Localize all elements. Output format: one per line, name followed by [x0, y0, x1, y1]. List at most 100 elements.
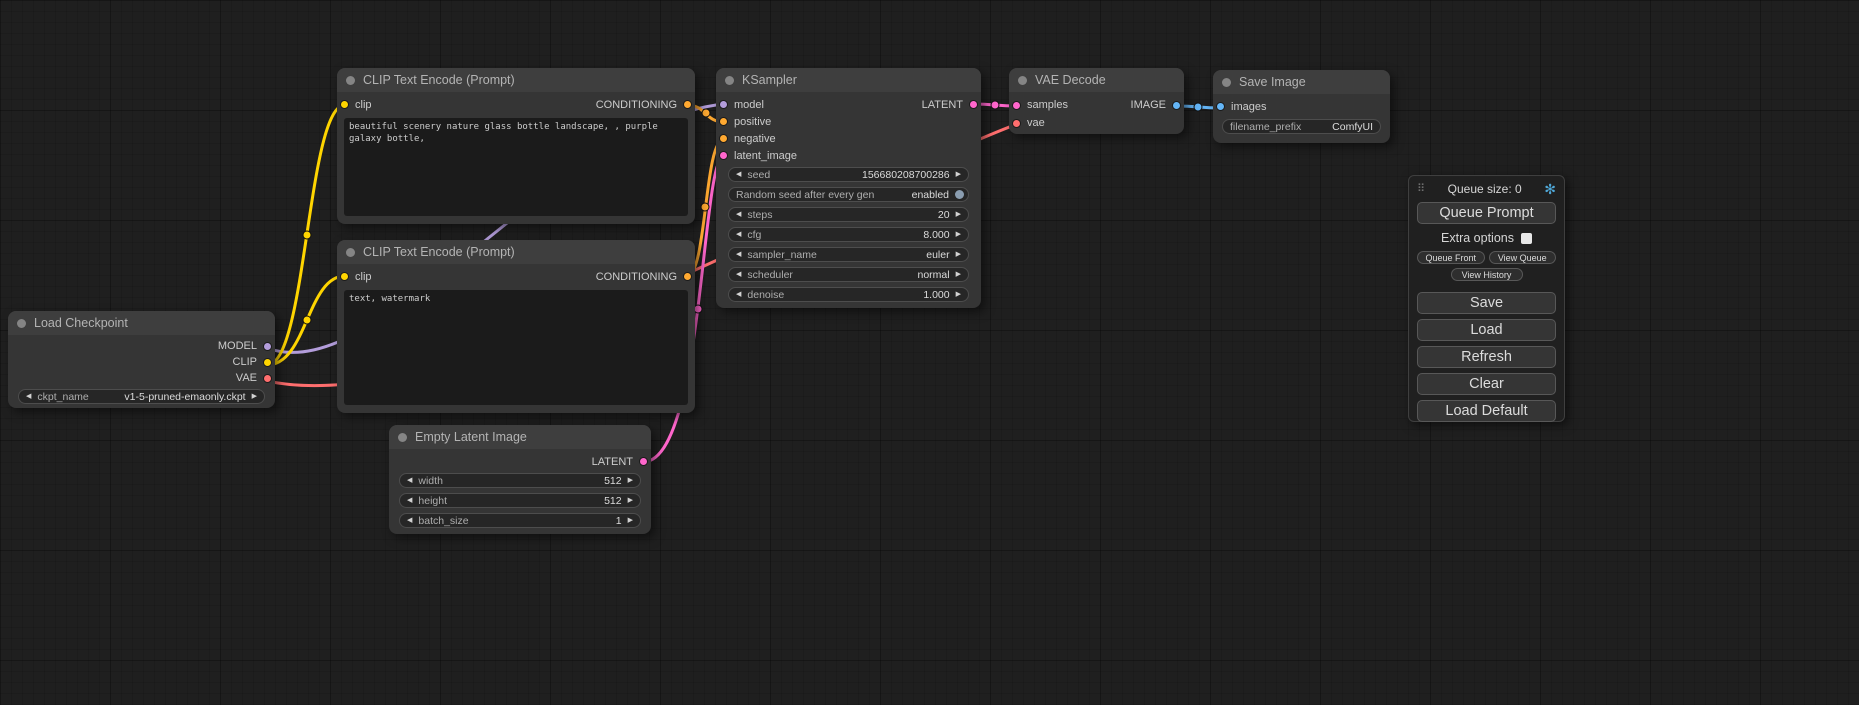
node-ksampler[interactable]: KSampler model LATENT positive: [716, 68, 981, 308]
node-clip-text-encode-positive[interactable]: CLIP Text Encode (Prompt) clip CONDITION…: [337, 68, 695, 224]
conditioning-output-port[interactable]: [683, 100, 692, 109]
drag-handle-icon[interactable]: ⠿: [1417, 184, 1425, 195]
output-slot-conditioning[interactable]: CONDITIONING: [596, 99, 692, 111]
arrow-left-icon[interactable]: ◀: [26, 393, 31, 400]
arrow-left-icon[interactable]: ◀: [736, 271, 741, 278]
settings-gear-icon[interactable]: ✻: [1544, 182, 1556, 196]
conditioning-input-port[interactable]: [719, 134, 728, 143]
collapse-icon[interactable]: [1018, 76, 1027, 85]
input-slot-clip[interactable]: clip: [340, 99, 372, 111]
widget-scheduler[interactable]: ◀ scheduler normal ▶: [728, 267, 969, 282]
node-load-checkpoint[interactable]: Load Checkpoint MODEL CLIP VAE: [8, 311, 275, 408]
model-output-port[interactable]: [263, 342, 272, 351]
widget-random-seed-toggle[interactable]: Random seed after every gen enabled: [728, 187, 969, 202]
vae-input-port[interactable]: [1012, 119, 1021, 128]
arrow-left-icon[interactable]: ◀: [736, 251, 741, 258]
widget-denoise[interactable]: ◀ denoise 1.000 ▶: [728, 287, 969, 302]
prompt-text-input[interactable]: text, watermark: [344, 290, 688, 405]
save-button[interactable]: Save: [1417, 292, 1556, 314]
extra-options-checkbox[interactable]: [1521, 233, 1532, 244]
output-slot-clip[interactable]: CLIP: [233, 356, 272, 368]
arrow-left-icon[interactable]: ◀: [407, 497, 412, 504]
arrow-right-icon[interactable]: ▶: [956, 171, 961, 178]
collapse-icon[interactable]: [1222, 78, 1231, 87]
output-slot-latent[interactable]: LATENT: [922, 99, 978, 111]
clip-input-port[interactable]: [340, 100, 349, 109]
arrow-right-icon[interactable]: ▶: [628, 517, 633, 524]
node-title-bar[interactable]: Save Image: [1213, 70, 1390, 94]
input-slot-images[interactable]: images: [1216, 101, 1266, 113]
output-slot-latent[interactable]: LATENT: [592, 456, 648, 468]
node-title-bar[interactable]: CLIP Text Encode (Prompt): [337, 68, 695, 92]
collapse-icon[interactable]: [398, 433, 407, 442]
widget-batch-size[interactable]: ◀ batch_size 1 ▶: [399, 513, 641, 528]
collapse-icon[interactable]: [17, 319, 26, 328]
arrow-right-icon[interactable]: ▶: [956, 291, 961, 298]
widget-steps[interactable]: ◀ steps 20 ▶: [728, 207, 969, 222]
widget-cfg[interactable]: ◀ cfg 8.000 ▶: [728, 227, 969, 242]
input-slot-positive[interactable]: positive: [719, 116, 771, 128]
widget-width[interactable]: ◀ width 512 ▶: [399, 473, 641, 488]
widget-sampler-name[interactable]: ◀ sampler_name euler ▶: [728, 247, 969, 262]
arrow-right-icon[interactable]: ▶: [956, 211, 961, 218]
clip-input-port[interactable]: [340, 272, 349, 281]
arrow-right-icon[interactable]: ▶: [628, 497, 633, 504]
arrow-right-icon[interactable]: ▶: [628, 477, 633, 484]
arrow-right-icon[interactable]: ▶: [956, 271, 961, 278]
collapse-icon[interactable]: [346, 248, 355, 257]
toggle-indicator-icon[interactable]: [955, 190, 964, 199]
image-output-port[interactable]: [1172, 101, 1181, 110]
node-title-bar[interactable]: Empty Latent Image: [389, 425, 651, 449]
node-title-bar[interactable]: CLIP Text Encode (Prompt): [337, 240, 695, 264]
node-save-image[interactable]: Save Image images filename_prefix ComfyU…: [1213, 70, 1390, 143]
arrow-left-icon[interactable]: ◀: [736, 231, 741, 238]
input-slot-negative[interactable]: negative: [719, 133, 776, 145]
arrow-left-icon[interactable]: ◀: [736, 171, 741, 178]
input-slot-model[interactable]: model: [719, 99, 764, 111]
model-input-port[interactable]: [719, 100, 728, 109]
input-slot-latent-image[interactable]: latent_image: [719, 150, 797, 162]
widget-height[interactable]: ◀ height 512 ▶: [399, 493, 641, 508]
arrow-left-icon[interactable]: ◀: [736, 211, 741, 218]
latent-output-port[interactable]: [639, 457, 648, 466]
load-button[interactable]: Load: [1417, 319, 1556, 341]
clear-button[interactable]: Clear: [1417, 373, 1556, 395]
vae-output-port[interactable]: [263, 374, 272, 383]
arrow-left-icon[interactable]: ◀: [407, 517, 412, 524]
refresh-button[interactable]: Refresh: [1417, 346, 1556, 368]
node-title-bar[interactable]: Load Checkpoint: [8, 311, 275, 335]
output-slot-image[interactable]: IMAGE: [1131, 99, 1181, 111]
view-queue-button[interactable]: View Queue: [1489, 251, 1557, 264]
node-title-bar[interactable]: KSampler: [716, 68, 981, 92]
comfyui-graph-canvas[interactable]: Load Checkpoint MODEL CLIP VAE: [0, 0, 1859, 705]
queue-prompt-button[interactable]: Queue Prompt: [1417, 202, 1556, 224]
widget-filename-prefix[interactable]: filename_prefix ComfyUI: [1222, 119, 1381, 134]
node-title-bar[interactable]: VAE Decode: [1009, 68, 1184, 92]
node-vae-decode[interactable]: VAE Decode samples IMAGE vae: [1009, 68, 1184, 134]
widget-seed[interactable]: ◀ seed 156680208700286 ▶: [728, 167, 969, 182]
output-slot-vae[interactable]: VAE: [236, 372, 272, 384]
image-input-port[interactable]: [1216, 102, 1225, 111]
arrow-left-icon[interactable]: ◀: [736, 291, 741, 298]
latent-input-port[interactable]: [719, 151, 728, 160]
latent-input-port[interactable]: [1012, 101, 1021, 110]
input-slot-clip[interactable]: clip: [340, 271, 372, 283]
node-clip-text-encode-negative[interactable]: CLIP Text Encode (Prompt) clip CONDITION…: [337, 240, 695, 413]
widget-ckpt-name[interactable]: ◀ ckpt_name v1-5-pruned-emaonly.ckpt ▶: [18, 389, 265, 404]
load-default-button[interactable]: Load Default: [1417, 400, 1556, 422]
output-slot-conditioning[interactable]: CONDITIONING: [596, 271, 692, 283]
queue-front-button[interactable]: Queue Front: [1417, 251, 1485, 264]
prompt-text-input[interactable]: beautiful scenery nature glass bottle la…: [344, 118, 688, 216]
input-slot-samples[interactable]: samples: [1012, 99, 1068, 111]
collapse-icon[interactable]: [346, 76, 355, 85]
conditioning-input-port[interactable]: [719, 117, 728, 126]
arrow-right-icon[interactable]: ▶: [252, 393, 257, 400]
input-slot-vae[interactable]: vae: [1012, 117, 1045, 129]
arrow-right-icon[interactable]: ▶: [956, 251, 961, 258]
arrow-right-icon[interactable]: ▶: [956, 231, 961, 238]
collapse-icon[interactable]: [725, 76, 734, 85]
node-empty-latent-image[interactable]: Empty Latent Image LATENT ◀ width 512 ▶ …: [389, 425, 651, 534]
conditioning-output-port[interactable]: [683, 272, 692, 281]
arrow-left-icon[interactable]: ◀: [407, 477, 412, 484]
view-history-button[interactable]: View History: [1451, 268, 1523, 281]
